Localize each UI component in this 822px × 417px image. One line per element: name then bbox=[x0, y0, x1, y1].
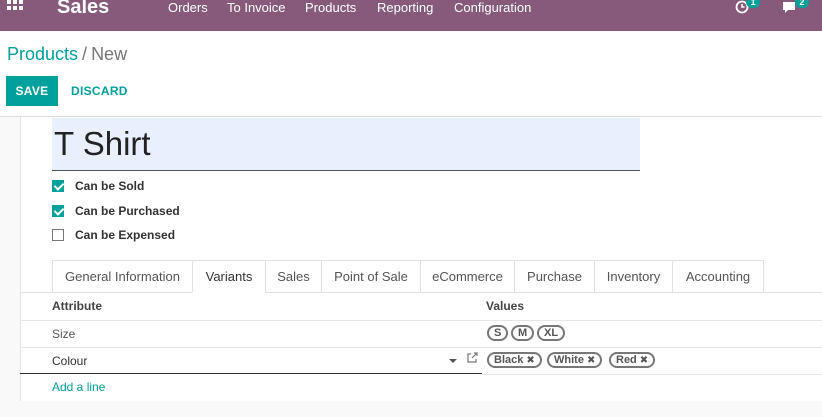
menu-to-invoice[interactable]: To Invoice bbox=[227, 0, 286, 16]
breadcrumb-current: New bbox=[91, 44, 128, 64]
can-be-purchased-row[interactable]: Can be Purchased bbox=[52, 203, 180, 219]
remove-tag-icon[interactable]: ✖ bbox=[587, 355, 595, 366]
remove-tag-icon[interactable]: ✖ bbox=[526, 355, 534, 366]
save-button[interactable]: SAVE bbox=[6, 76, 58, 106]
can-be-sold-row[interactable]: Can be Sold bbox=[52, 178, 144, 194]
value-tag-s[interactable]: S bbox=[487, 325, 509, 341]
tab-accounting[interactable]: Accounting bbox=[672, 260, 764, 293]
discard-button[interactable]: DISCARD bbox=[71, 84, 128, 98]
external-link-icon[interactable] bbox=[466, 352, 478, 364]
can-be-expensed-row[interactable]: Can be Expensed bbox=[52, 227, 175, 243]
tag-label: M bbox=[518, 327, 528, 339]
tag-label: White bbox=[554, 354, 584, 366]
app-name[interactable]: Sales bbox=[57, 0, 109, 19]
add-line-link[interactable]: Add a line bbox=[52, 380, 105, 394]
tab-inventory[interactable]: Inventory bbox=[594, 260, 672, 293]
tab-sales[interactable]: Sales bbox=[265, 260, 321, 293]
tab-ecommerce[interactable]: eCommerce bbox=[420, 260, 514, 293]
header-divider bbox=[20, 320, 822, 321]
remove-tag-icon[interactable]: ✖ bbox=[640, 355, 648, 366]
column-header-attribute[interactable]: Attribute bbox=[52, 299, 102, 313]
can-be-sold-label: Can be Sold bbox=[75, 179, 145, 193]
attribute-cell-colour[interactable]: Colour bbox=[52, 354, 87, 368]
activity-badge: 1 bbox=[746, 0, 760, 8]
apps-grid-icon[interactable] bbox=[7, 0, 25, 14]
tab-general-information[interactable]: General Information bbox=[52, 260, 192, 293]
row-divider bbox=[20, 347, 822, 348]
value-tag-white[interactable]: White ✖ bbox=[547, 352, 603, 368]
top-navbar: Sales Orders To Invoice Products Reporti… bbox=[0, 0, 822, 31]
tab-purchase[interactable]: Purchase bbox=[514, 260, 594, 293]
notebook-tabs: General Information Variants Sales Point… bbox=[52, 260, 764, 293]
menu-reporting[interactable]: Reporting bbox=[377, 0, 433, 16]
product-name-input[interactable] bbox=[52, 118, 640, 171]
tag-label: Red bbox=[616, 354, 637, 366]
can-be-purchased-checkbox[interactable] bbox=[52, 205, 64, 217]
can-be-purchased-label: Can be Purchased bbox=[75, 204, 180, 218]
value-tag-black[interactable]: Black ✖ bbox=[487, 352, 542, 368]
menu-products[interactable]: Products bbox=[305, 0, 356, 16]
attribute-input-underline bbox=[20, 373, 482, 374]
value-tag-xl[interactable]: XL bbox=[537, 325, 566, 341]
tag-label: Black bbox=[494, 354, 524, 366]
attribute-cell-size[interactable]: Size bbox=[52, 327, 75, 341]
breadcrumb-products[interactable]: Products bbox=[7, 44, 78, 64]
value-tag-red[interactable]: Red ✖ bbox=[609, 352, 656, 368]
menu-configuration[interactable]: Configuration bbox=[454, 0, 531, 16]
breadcrumb: Products / New bbox=[7, 44, 127, 65]
menu-orders[interactable]: Orders bbox=[168, 0, 208, 16]
tab-point-of-sale[interactable]: Point of Sale bbox=[321, 260, 420, 293]
breadcrumb-separator: / bbox=[82, 44, 88, 64]
can-be-expensed-checkbox[interactable] bbox=[52, 229, 64, 241]
row-divider bbox=[482, 374, 822, 375]
tag-label: XL bbox=[544, 327, 559, 339]
message-badge: 2 bbox=[795, 0, 809, 8]
value-tag-m[interactable]: M bbox=[511, 325, 535, 341]
tab-variants[interactable]: Variants bbox=[192, 260, 265, 293]
column-header-values[interactable]: Values bbox=[486, 299, 524, 313]
can-be-expensed-label: Can be Expensed bbox=[75, 228, 176, 242]
caret-down-icon[interactable] bbox=[449, 359, 457, 363]
tag-label: S bbox=[494, 327, 502, 339]
can-be-sold-checkbox[interactable] bbox=[52, 180, 64, 192]
